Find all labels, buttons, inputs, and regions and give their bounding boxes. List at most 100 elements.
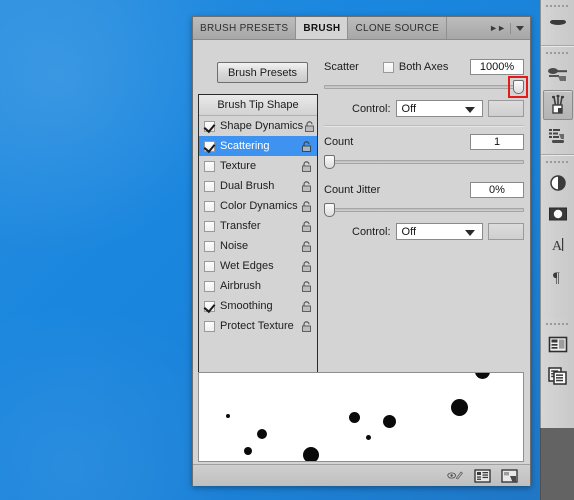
checkbox-wet-edges[interactable]: [204, 260, 215, 272]
tab-brush[interactable]: BRUSH: [296, 17, 349, 39]
eyedropper-brush-icon[interactable]: [543, 59, 573, 89]
lock-icon[interactable]: [300, 240, 313, 253]
lock-icon[interactable]: [300, 320, 313, 333]
lock-icon[interactable]: [303, 120, 316, 133]
brush-presets-button[interactable]: Brush Presets: [217, 62, 308, 83]
masks-icon[interactable]: [543, 199, 573, 229]
list-item-shape-dynamics[interactable]: Shape Dynamics: [199, 116, 317, 136]
dock-divider-2: [541, 154, 574, 155]
tabbar-spacer: [447, 17, 484, 39]
preview-dot: [349, 412, 360, 423]
checkbox-dual-brush[interactable]: [204, 180, 215, 192]
scatter-slider-track[interactable]: [324, 85, 524, 89]
duplicate-layers-icon[interactable]: [543, 361, 573, 391]
lock-icon[interactable]: [300, 180, 313, 193]
scatter-control-select[interactable]: Off: [395, 100, 483, 117]
list-item-airbrush[interactable]: Airbrush: [199, 276, 317, 296]
count-jitter-control-extra-field[interactable]: [487, 223, 524, 240]
brush-panel-tool-icon[interactable]: [542, 90, 573, 120]
lock-icon[interactable]: [300, 300, 313, 313]
checkbox-color-dynamics[interactable]: [204, 200, 215, 212]
count-jitter-slider-track[interactable]: [324, 208, 524, 212]
scatter-control-extra-field[interactable]: [487, 100, 524, 117]
grip-icon[interactable]: [546, 49, 569, 58]
list-item-scattering[interactable]: Scattering: [199, 136, 317, 156]
list-item-dual-brush[interactable]: Dual Brush: [199, 176, 317, 196]
count-jitter-control-select[interactable]: Off: [395, 223, 483, 240]
lock-icon[interactable]: [300, 200, 313, 213]
count-jitter-slider[interactable]: [324, 203, 524, 217]
list-item-label: Wet Edges: [220, 260, 274, 272]
list-item-transfer[interactable]: Transfer: [199, 216, 317, 236]
panel-footer: [193, 464, 530, 486]
list-item-color-dynamics[interactable]: Color Dynamics: [199, 196, 317, 216]
brush-tip-shape-header[interactable]: Brush Tip Shape: [199, 95, 317, 116]
checkbox-scattering[interactable]: [204, 140, 215, 152]
both-axes-label: Both Axes: [398, 61, 449, 73]
checkbox-transfer[interactable]: [204, 220, 215, 232]
paragraph-icon[interactable]: ¶: [543, 261, 573, 291]
grip-icon[interactable]: [546, 158, 569, 167]
svg-text:¶: ¶: [553, 270, 560, 285]
chevron-down-icon[interactable]: [464, 107, 475, 113]
tab-brush-presets[interactable]: BRUSH PRESETS: [193, 17, 297, 39]
tabbar-divider: [510, 22, 511, 34]
adjustments-icon[interactable]: [543, 168, 573, 198]
count-slider-track[interactable]: [324, 160, 524, 164]
count-slider-thumb[interactable]: [324, 155, 335, 169]
grip-icon[interactable]: [546, 2, 569, 11]
collapse-panel-icon[interactable]: ►►: [489, 23, 506, 33]
count-jitter-value-field[interactable]: 0%: [470, 182, 524, 198]
tool-dock-bottom: [540, 318, 574, 428]
delete-brush-icon[interactable]: [501, 468, 518, 483]
list-item-label: Airbrush: [220, 280, 261, 292]
scatter-slider[interactable]: [324, 76, 528, 98]
color-swatch-icon[interactable]: [543, 12, 573, 42]
panel-menu-icon[interactable]: [516, 25, 524, 31]
preview-dot: [383, 415, 396, 428]
list-item-texture[interactable]: Texture: [199, 156, 317, 176]
list-item-label: Scattering: [220, 140, 270, 152]
list-item-label: Texture: [220, 160, 257, 172]
list-item-wet-edges[interactable]: Wet Edges: [199, 256, 317, 276]
lock-icon[interactable]: [300, 160, 313, 173]
toggle-brush-preview-icon[interactable]: [447, 468, 464, 483]
brush-stroke-preview: [198, 372, 524, 462]
grip-icon[interactable]: [546, 320, 569, 329]
chevron-down-icon[interactable]: [464, 230, 475, 236]
lock-icon[interactable]: [300, 220, 313, 233]
count-jitter-control-value: Off: [401, 225, 417, 238]
preview-dot: [366, 435, 371, 440]
list-item-label: Protect Texture: [220, 320, 294, 332]
list-item-label: Dual Brush: [220, 180, 275, 192]
lock-icon[interactable]: [300, 260, 313, 273]
checkbox-smoothing[interactable]: [204, 300, 215, 312]
new-brush-preset-icon[interactable]: [474, 468, 491, 483]
list-item-protect-texture[interactable]: Protect Texture: [199, 316, 317, 336]
list-item-noise[interactable]: Noise: [199, 236, 317, 256]
checkbox-airbrush[interactable]: [204, 280, 215, 292]
checkbox-protect-texture[interactable]: [204, 320, 215, 332]
count-jitter-slider-thumb[interactable]: [324, 203, 335, 217]
count-slider[interactable]: [324, 155, 524, 169]
preview-dot: [244, 447, 252, 455]
lock-icon[interactable]: [300, 140, 313, 153]
lock-icon[interactable]: [300, 280, 313, 293]
count-jitter-control-row: Control: Off: [324, 223, 524, 240]
scatter-value-field[interactable]: 1000%: [470, 59, 524, 75]
svg-text:A: A: [552, 239, 563, 254]
count-jitter-control-label: Control:: [352, 225, 391, 238]
checkbox-noise[interactable]: [204, 240, 215, 252]
count-value-field[interactable]: 1: [470, 134, 524, 150]
scatter-control-value: Off: [401, 102, 417, 115]
list-item-label: Smoothing: [220, 300, 273, 312]
checkbox-texture[interactable]: [204, 160, 215, 172]
layers-comp-icon[interactable]: [543, 330, 573, 360]
scatter-label: Scatter: [324, 61, 359, 73]
checkbox-both-axes[interactable]: [382, 61, 394, 73]
list-item-smoothing[interactable]: Smoothing: [199, 296, 317, 316]
brush-presets-tool-icon[interactable]: [543, 121, 573, 151]
checkbox-shape-dynamics[interactable]: [204, 120, 215, 132]
type-icon[interactable]: A: [543, 230, 573, 260]
tab-clone-source[interactable]: CLONE SOURCE: [348, 17, 448, 39]
